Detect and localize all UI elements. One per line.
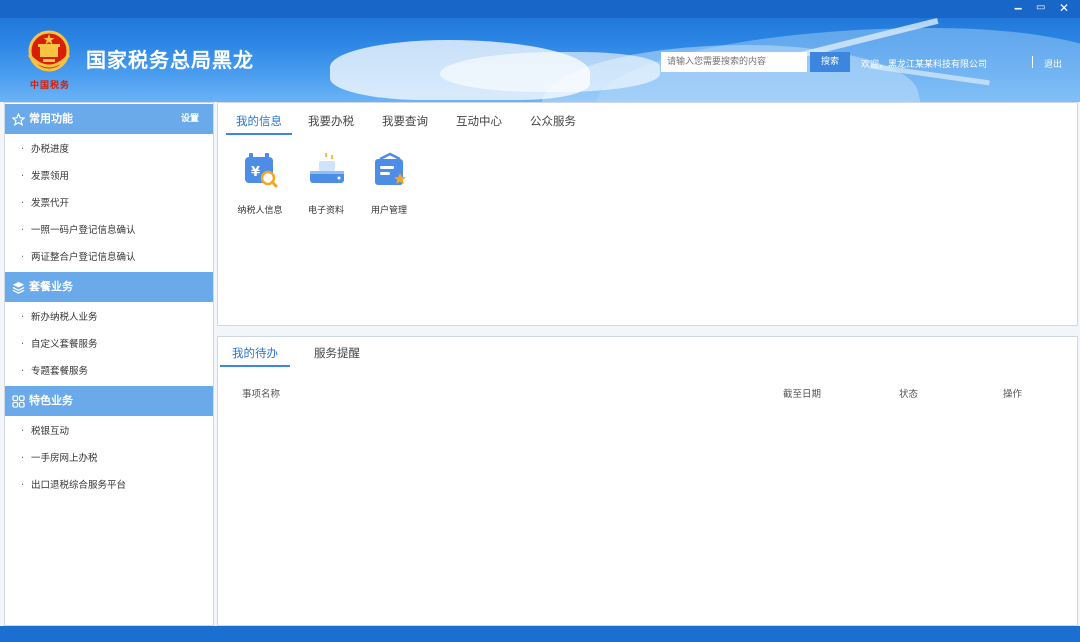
minimize-button[interactable]: ‒ [1014, 2, 1022, 14]
sidebar-item-label: 一手房网上办税 [31, 453, 98, 464]
sidebar-item-label: 两证整合户登记信息确认 [31, 252, 136, 263]
column-header-item-name: 事项名称 [242, 389, 281, 400]
header-divider [1032, 56, 1033, 68]
tab-interaction[interactable]: 互动中心 [450, 111, 508, 135]
sidebar-item-invoice-claim[interactable]: · 发票领用 [5, 167, 213, 187]
sidebar-section-label: 套餐业务 [29, 280, 73, 293]
tab-my-todo[interactable]: 我的待办 [220, 343, 290, 367]
title-bar [0, 0, 1080, 18]
svg-text:¥: ¥ [251, 165, 260, 180]
sidebar-item-label: 自定义套餐服务 [31, 339, 98, 350]
sidebar-section-featured[interactable]: 特色业务 [5, 386, 213, 416]
sidebar-item-label: 发票代开 [31, 198, 70, 209]
sidebar-item-invoice-issue[interactable]: · 发票代开 [5, 194, 213, 214]
electronic-docs-icon [310, 153, 344, 183]
tab-my-info[interactable]: 我的信息 [226, 111, 292, 135]
welcome-text: 欢迎，黑龙江某某科技有限公司 [861, 60, 988, 70]
search-input[interactable] [661, 52, 807, 72]
maximize-button[interactable]: ▭ [1036, 2, 1045, 14]
sidebar-section-common[interactable]: 常用功能 设置 [5, 104, 213, 134]
bullet: · [21, 480, 25, 491]
grid-icon [11, 386, 25, 416]
status-bar [0, 626, 1080, 642]
sidebar-section-label: 常用功能 [29, 112, 73, 125]
taxpayer-info-icon: ¥ [245, 153, 278, 188]
bullet: · [21, 144, 25, 155]
national-emblem-icon [27, 30, 71, 72]
layers-icon [11, 272, 25, 302]
column-header-actions: 操作 [1003, 389, 1023, 400]
sidebar-section-packages[interactable]: 套餐业务 [5, 272, 213, 302]
column-header-deadline: 截至日期 [783, 389, 822, 400]
sidebar-item-export-rebate[interactable]: · 出口退税综合服务平台 [5, 476, 213, 496]
search-button[interactable]: 搜索 [810, 52, 850, 72]
emblem-caption: 中国税务 [30, 81, 71, 91]
bullet: · [21, 225, 25, 236]
sidebar-item-label: 税银互动 [31, 426, 70, 437]
sidebar-item-label: 新办纳税人业务 [31, 312, 98, 323]
bullet: · [21, 312, 25, 323]
tile-taxpayer-info[interactable]: ¥ 纳税人信息 [229, 151, 291, 217]
sidebar-item-two-license[interactable]: · 两证整合户登记信息确认 [5, 248, 213, 268]
settings-link[interactable]: 设置 [181, 104, 199, 134]
tab-tax-filing[interactable]: 我要办税 [302, 111, 360, 135]
user-management-icon [375, 152, 406, 185]
tab-query[interactable]: 我要查询 [376, 111, 434, 135]
todo-panel: 我的待办 服务提醒 事项名称 截至日期 状态 操作 [217, 336, 1078, 626]
sidebar-item-label: 一照一码户登记信息确认 [31, 225, 136, 236]
sidebar-item-label: 办税进度 [31, 144, 70, 155]
sidebar-item-topic-package[interactable]: · 专题套餐服务 [5, 362, 213, 382]
sidebar-item-progress[interactable]: · 办税进度 [5, 140, 213, 160]
sidebar-section-label: 特色业务 [29, 394, 73, 407]
sidebar: 常用功能 设置 · 办税进度 · 发票领用 · 发票代开 · 一照一码户登记信息确认 ·… [4, 102, 214, 626]
sidebar-item-one-license[interactable]: · 一照一码户登记信息确认 [5, 221, 213, 241]
bullet: · [21, 198, 25, 209]
sidebar-item-custom-package[interactable]: · 自定义套餐服务 [5, 335, 213, 355]
sidebar-item-label: 出口退税综合服务平台 [31, 480, 127, 491]
app-title: 国家税务总局黑龙 [86, 48, 254, 72]
logout-link[interactable]: 退出 [1044, 57, 1062, 70]
sidebar-item-new-taxpayer[interactable]: · 新办纳税人业务 [5, 308, 213, 328]
app-header: ‒ ▭ ✕ 中国税务 国家税务总局黑龙 搜索 欢迎，黑龙江某某科技有限公司 退出 [0, 0, 1080, 102]
services-panel: 我的信息 我要办税 我要查询 互动中心 公众服务 ¥ 纳税人信息 电子资料 用户… [217, 102, 1078, 326]
star-icon [11, 104, 25, 134]
bullet: · [21, 366, 25, 377]
sidebar-item-label: 发票领用 [31, 171, 70, 182]
tile-label: 用户管理 [370, 206, 407, 216]
bullet: · [21, 171, 25, 182]
tile-label: 纳税人信息 [237, 206, 283, 216]
column-header-status: 状态 [899, 389, 919, 400]
bullet: · [21, 453, 25, 464]
sidebar-item-bank-tax[interactable]: · 税银互动 [5, 422, 213, 442]
tile-label: 电子资料 [307, 206, 344, 216]
tab-service-reminder[interactable]: 服务提醒 [306, 343, 368, 367]
bullet: · [21, 339, 25, 350]
tile-electronic-docs[interactable]: 电子资料 [295, 151, 357, 217]
sidebar-item-label: 专题套餐服务 [31, 366, 89, 377]
sidebar-item-new-house[interactable]: · 一手房网上办税 [5, 449, 213, 469]
bullet: · [21, 426, 25, 437]
tab-public-service[interactable]: 公众服务 [524, 111, 582, 135]
bullet: · [21, 252, 25, 263]
header-decoration [440, 52, 660, 92]
close-button[interactable]: ✕ [1059, 2, 1069, 14]
tile-user-management[interactable]: 用户管理 [358, 151, 420, 217]
